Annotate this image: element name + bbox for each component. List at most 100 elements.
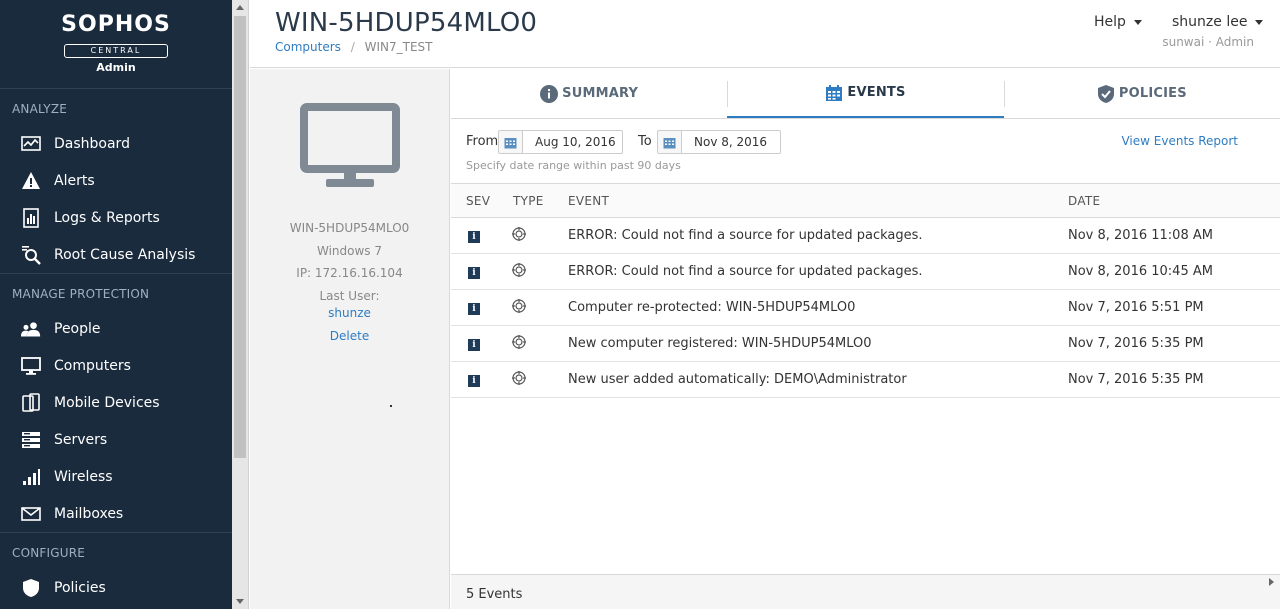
event-date: Nov 7, 2016 5:35 PM [1068,372,1204,387]
tab-label: EVENTS [847,85,906,100]
event-date: Nov 8, 2016 11:08 AM [1068,228,1213,243]
breadcrumb-separator: / [350,40,355,54]
tab-bar: SUMMARY EVENTS POLICIES [451,69,1280,119]
event-date: Nov 7, 2016 5:35 PM [1068,336,1204,351]
wireless-icon [20,466,42,488]
table-row[interactable]: i ERROR: Could not find a source for upd… [451,254,1280,290]
help-menu[interactable]: Help [1094,14,1142,30]
sidebar-item-label: Mobile Devices [54,394,160,411]
sidebar-item-mobile-devices[interactable]: Mobile Devices [0,384,232,421]
tab-policies[interactable]: POLICIES [1003,69,1280,118]
sophos-logo[interactable]: SOPHOS CENTRAL Admin [0,0,232,88]
calendar-icon[interactable] [499,131,523,153]
mail-icon [20,503,42,525]
sidebar-item-mailboxes[interactable]: Mailboxes [0,495,232,532]
help-label: Help [1094,14,1126,30]
user-role: sunwai · Admin [1162,35,1254,49]
page-header: WIN-5HDUP54MLO0 Computers / WIN7_TEST He… [250,0,1280,68]
sidebar-item-label: Wireless [54,468,113,485]
event-date: Nov 8, 2016 10:45 AM [1068,264,1213,279]
scrollbar-thumb[interactable] [234,16,246,458]
scroll-down-arrow-icon[interactable] [236,599,244,604]
table-row[interactable]: i ERROR: Could not find a source for upd… [451,218,1280,254]
info-severity-icon: i [468,303,480,315]
server-icon [20,429,42,451]
from-label: From [466,134,499,149]
col-type[interactable]: TYPE [498,194,553,208]
chevron-down-icon [1133,19,1142,25]
delete-link[interactable]: Delete [250,329,449,343]
shield-icon [1097,84,1115,103]
col-event[interactable]: EVENT [553,194,1053,208]
target-icon [512,262,526,281]
to-date-input[interactable] [682,135,777,149]
sidebar-item-label: Root Cause Analysis [54,246,196,263]
tab-label: POLICIES [1118,86,1187,101]
sidebar: SOPHOS CENTRAL Admin ANALYZE Dashboard A… [0,0,232,609]
event-text: New computer registered: WIN-5HDUP54MLO0 [568,336,872,351]
sidebar-item-root-cause[interactable]: Root Cause Analysis [0,236,232,273]
calendar-icon[interactable] [658,131,682,153]
info-severity-icon: i [468,339,480,351]
computer-icon [20,355,42,377]
sidebar-item-dashboard[interactable]: Dashboard [0,125,232,162]
event-text: ERROR: Could not find a source for updat… [568,228,923,243]
sidebar-item-label: Dashboard [54,135,130,152]
date-range-hint: Specify date range within past 90 days [466,159,681,172]
scroll-up-arrow-icon[interactable] [236,5,244,10]
sidebar-scrollbar[interactable] [232,0,249,609]
sidebar-item-computers[interactable]: Computers [0,347,232,384]
sidebar-item-label: Computers [54,357,131,374]
user-name: shunze lee [1172,14,1248,30]
people-icon [20,318,42,340]
event-text: ERROR: Could not find a source for updat… [568,264,923,279]
col-sev[interactable]: SEV [451,194,498,208]
dashboard-icon [20,133,42,155]
target-icon [512,298,526,317]
sidebar-item-policies[interactable]: Policies [0,569,232,606]
sidebar-item-label: Mailboxes [54,505,124,522]
breadcrumb-computers[interactable]: Computers [275,40,341,54]
view-events-report-link[interactable]: View Events Report [1121,134,1238,148]
nav-section-configure: CONFIGURE Policies [0,532,232,606]
breadcrumb: Computers / WIN7_TEST [275,40,432,54]
stray-dot [390,405,392,407]
reports-icon [20,207,42,229]
info-circle-icon [540,84,559,103]
policy-icon [20,577,42,599]
sidebar-item-label: Alerts [54,172,95,189]
alert-icon [20,170,42,192]
tab-summary[interactable]: SUMMARY [451,69,727,118]
computer-name: WIN-5HDUP54MLO0 [289,221,410,235]
nav-heading: CONFIGURE [12,546,86,560]
last-user-label: Last User: [319,289,380,303]
col-date[interactable]: DATE [1053,194,1280,208]
info-severity-icon: i [468,267,480,279]
event-text: Computer re-protected: WIN-5HDUP54MLO0 [568,300,856,315]
last-user-link[interactable]: shunze [250,306,449,320]
table-row[interactable]: i New user added automatically: DEMO\Adm… [451,362,1280,398]
sidebar-item-alerts[interactable]: Alerts [0,162,232,199]
from-date-input[interactable] [523,135,619,149]
sidebar-item-logs-reports[interactable]: Logs & Reports [0,199,232,236]
nav-section-manage: MANAGE PROTECTION People Computers Mobil… [0,273,232,532]
nav-section-analyze: ANALYZE Dashboard Alerts Logs & Reports [0,88,232,273]
table-row[interactable]: i Computer re-protected: WIN-5HDUP54MLO0… [451,290,1280,326]
target-icon [512,370,526,389]
info-severity-icon: i [468,375,480,387]
tab-label: SUMMARY [562,86,639,101]
sidebar-item-wireless[interactable]: Wireless [0,458,232,495]
calendar-icon [825,84,843,102]
scroll-right-arrow-icon[interactable] [1269,578,1274,586]
monitor-icon [299,103,400,189]
sidebar-item-servers[interactable]: Servers [0,421,232,458]
to-date-picker[interactable] [657,130,781,154]
breadcrumb-current: WIN7_TEST [364,40,433,54]
user-menu[interactable]: shunze lee [1172,14,1264,30]
sidebar-item-label: Policies [54,579,106,596]
from-date-picker[interactable] [498,130,623,154]
sidebar-item-people[interactable]: People [0,310,232,347]
tab-events[interactable]: EVENTS [727,69,1004,118]
main-content: SUMMARY EVENTS POLICIES From Aug 10, 201… [451,69,1280,609]
table-row[interactable]: i New computer registered: WIN-5HDUP54ML… [451,326,1280,362]
